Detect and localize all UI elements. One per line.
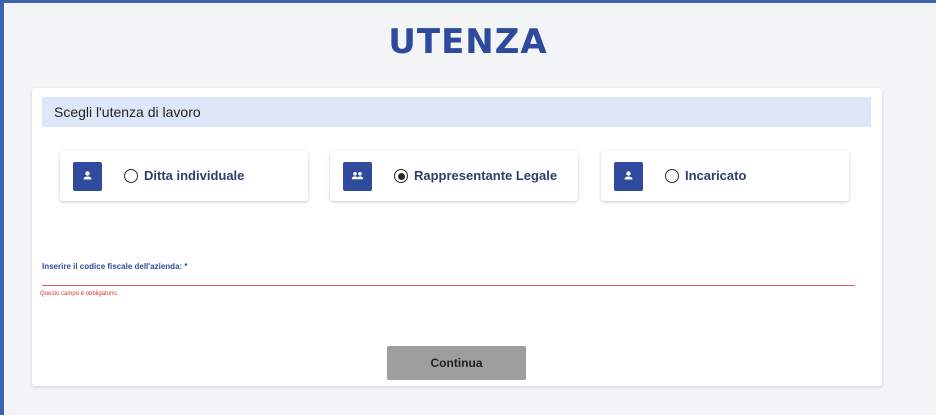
- option-label: Ditta individuale: [144, 168, 245, 183]
- radio-rappresentante-legale[interactable]: [394, 169, 408, 183]
- radio-incaricato[interactable]: [665, 169, 679, 183]
- option-label: Incaricato: [685, 168, 747, 183]
- radio-selected-dot: [397, 172, 405, 180]
- people-icon: [343, 162, 372, 191]
- option-incaricato[interactable]: Incaricato: [601, 151, 849, 201]
- window-top-border: [0, 0, 936, 3]
- section-header: Scegli l'utenza di lavoro: [42, 97, 871, 127]
- option-rappresentante-legale[interactable]: Rappresentante Legale: [330, 151, 578, 201]
- selection-card: Scegli l'utenza di lavoro Ditta individu…: [32, 88, 882, 386]
- fiscal-code-label: Inserire il codice fiscale dell'azienda:…: [42, 262, 188, 271]
- page-title: UTENZA: [388, 22, 548, 62]
- radio-ditta-individuale[interactable]: [124, 169, 138, 183]
- option-label: Rappresentante Legale: [414, 168, 558, 183]
- option-ditta-individuale[interactable]: Ditta individuale: [60, 151, 308, 201]
- window-left-border: [0, 0, 4, 415]
- fiscal-code-input[interactable]: [42, 285, 855, 286]
- person-icon: [614, 162, 643, 191]
- person-icon: [73, 162, 102, 191]
- fiscal-code-error: Questo campo è obbligatorio.: [40, 291, 119, 297]
- continue-button[interactable]: Continua: [387, 346, 526, 380]
